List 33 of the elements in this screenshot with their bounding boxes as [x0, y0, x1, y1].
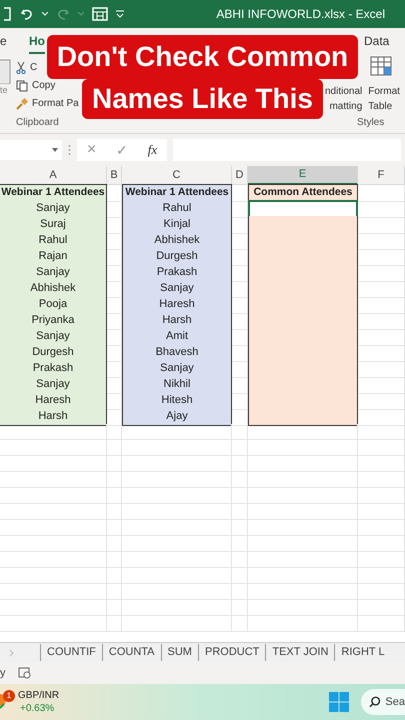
column-header[interactable]: B	[107, 166, 122, 184]
banner-text: Names Like This	[82, 79, 323, 119]
paste-label: te	[0, 84, 8, 97]
sheet-tab[interactable]: SUM	[160, 644, 198, 661]
banner-text: Don't Check Common	[46, 35, 358, 79]
sheet-tab[interactable]: RIGHT L	[334, 644, 391, 661]
table-cell: Ajay	[122, 408, 232, 426]
cut-button[interactable]: C	[30, 60, 38, 75]
ribbon-tab[interactable]: e	[0, 32, 7, 54]
group-label: Clipboard	[15, 116, 60, 130]
sheet-tab[interactable]: COUNTIF	[40, 644, 102, 661]
format-as-table-button[interactable]: Table	[368, 99, 392, 114]
column-header[interactable]: E	[248, 166, 358, 184]
ticker-change: +0.63%	[19, 702, 56, 715]
window-title: ABHI INFOWORLD.xlsx - Excel	[216, 6, 385, 23]
conditional-formatting-button[interactable]: matting	[329, 99, 362, 114]
status-text: y	[0, 666, 6, 681]
sheet-tab[interactable]: COUNTA	[102, 644, 161, 661]
group-label: Styles	[356, 116, 386, 130]
conditional-formatting-button[interactable]: nditional	[325, 84, 362, 99]
table-cell: Harsh	[0, 408, 107, 426]
insert-function-button[interactable]: fx	[148, 140, 158, 160]
ribbon-tab[interactable]: Ho	[29, 32, 45, 54]
notification-badge: 1	[3, 690, 15, 702]
format-as-table-button[interactable]: Format	[368, 84, 400, 99]
format-painter-button[interactable]: Format Pa	[32, 96, 79, 111]
ticker-label: GBP/INR	[18, 689, 60, 702]
ribbon-tab[interactable]: Data	[364, 32, 390, 54]
sheet-tab[interactable]: TEXT JOIN	[265, 644, 334, 661]
copy-button[interactable]: Copy	[32, 78, 56, 93]
column-header[interactable]: F	[358, 166, 405, 184]
sheet-tab[interactable]: PRODUCT	[198, 644, 266, 661]
search-field[interactable]: Sea	[361, 689, 405, 715]
